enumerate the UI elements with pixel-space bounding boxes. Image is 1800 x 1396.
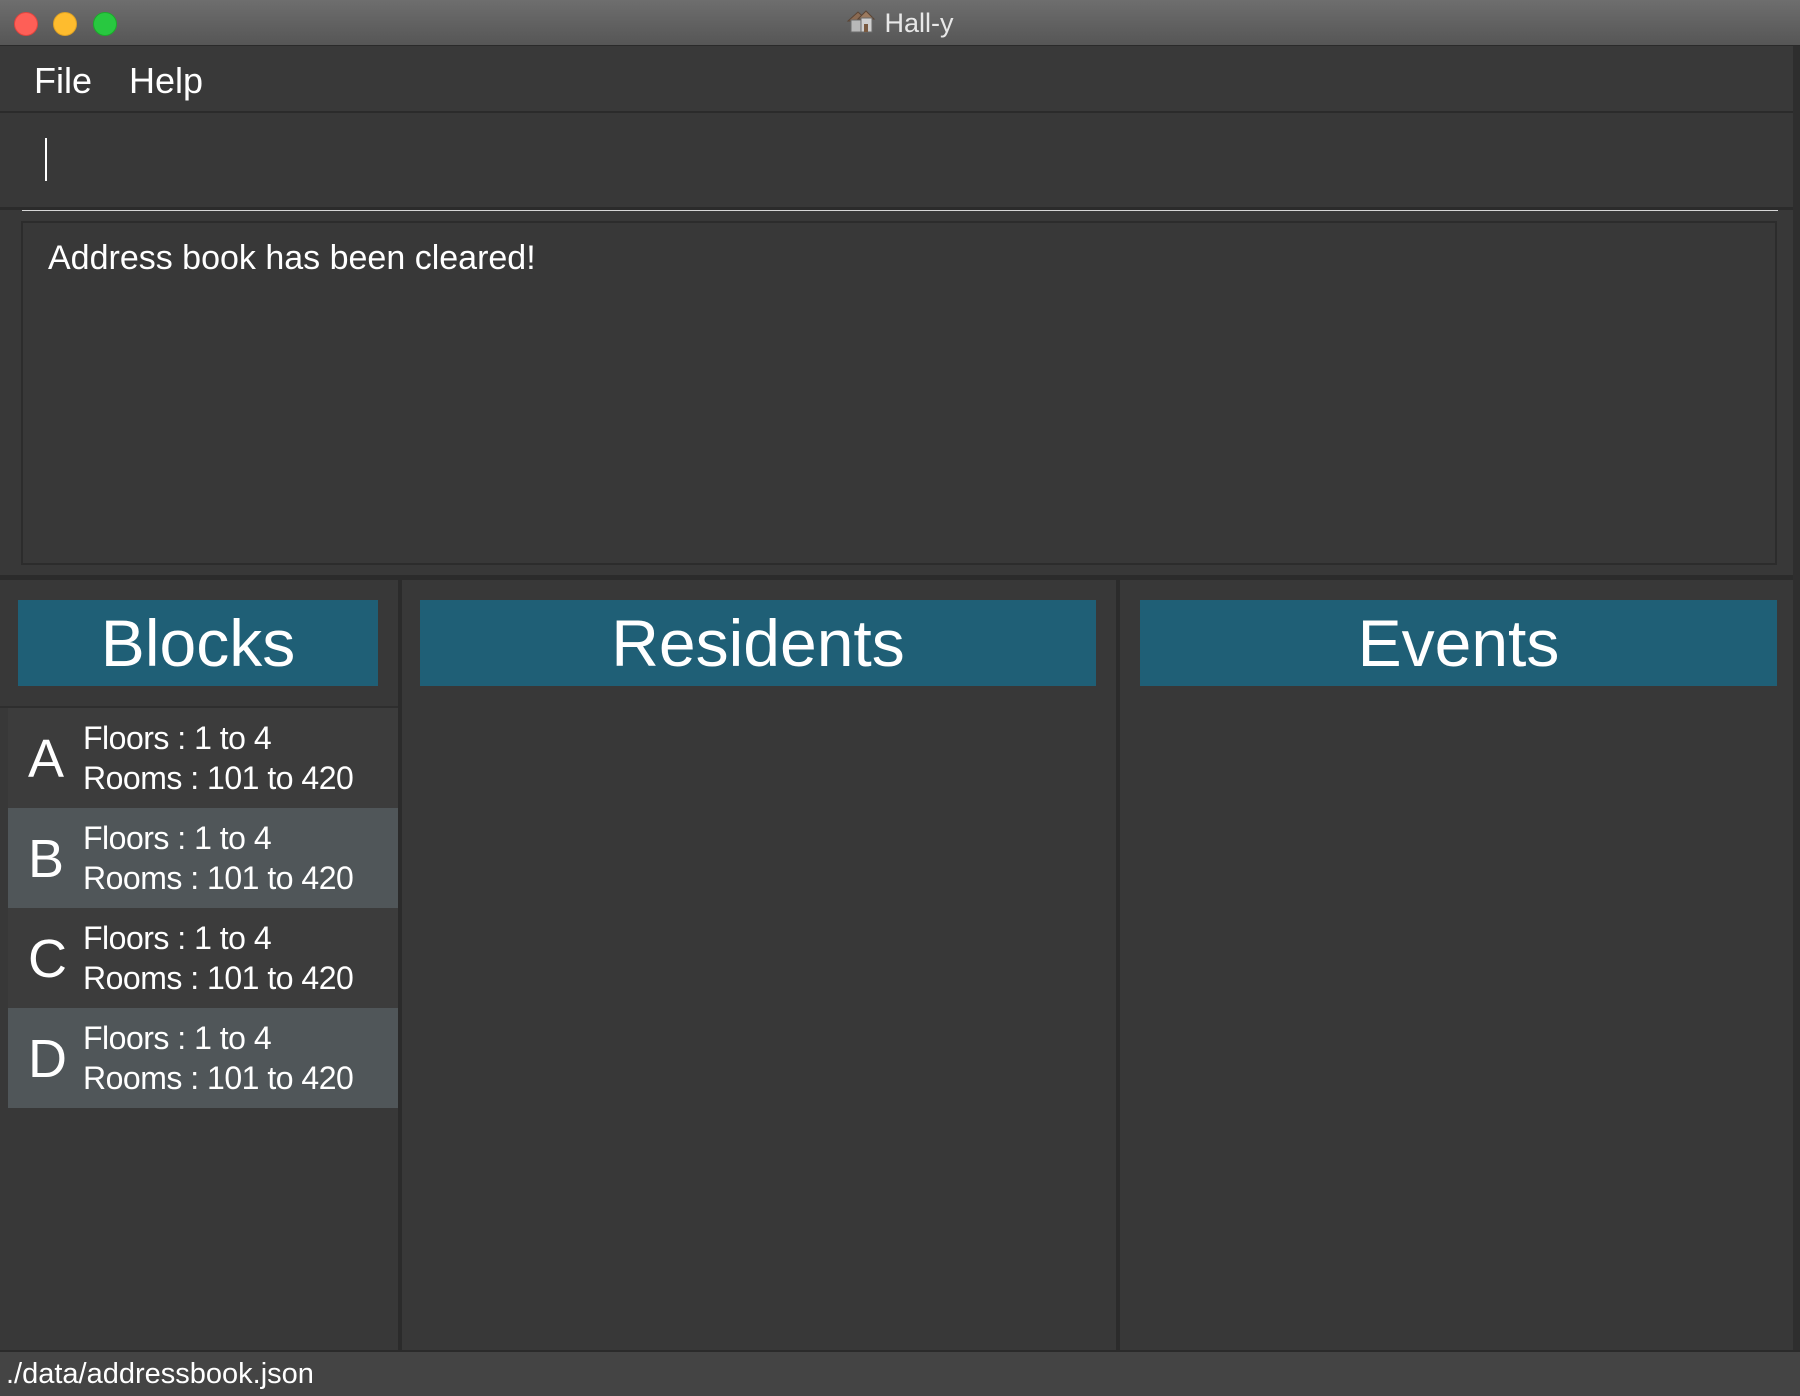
block-card-d[interactable]: D Floors : 1 to 4 Rooms : 101 to 420: [8, 1008, 398, 1108]
block-card-a[interactable]: A Floors : 1 to 4 Rooms : 101 to 420: [8, 708, 398, 808]
block-floors: Floors : 1 to 4: [83, 720, 272, 756]
divider: [0, 207, 1800, 210]
block-letter: D: [28, 1029, 67, 1089]
window-title: Hall-y: [884, 7, 954, 38]
events-panel: Events: [1120, 580, 1800, 1350]
block-letter: B: [28, 829, 65, 889]
menu-bar: File Help: [0, 46, 1800, 113]
block-floors: Floors : 1 to 4: [83, 1020, 272, 1056]
events-header: Events: [1140, 600, 1777, 686]
block-card-b[interactable]: B Floors : 1 to 4 Rooms : 101 to 420: [8, 808, 398, 908]
result-display[interactable]: Address book has been cleared!: [21, 221, 1777, 565]
app-window: Hall-y File Help Address book has been c…: [0, 0, 1800, 1396]
window-title-group: Hall-y: [0, 0, 1800, 46]
residents-panel: Residents: [402, 580, 1116, 1350]
block-rooms: Rooms : 101 to 420: [83, 860, 354, 896]
menu-help[interactable]: Help: [129, 60, 203, 102]
command-box: [0, 115, 1800, 211]
block-list[interactable]: A Floors : 1 to 4 Rooms : 101 to 420 B F…: [8, 708, 398, 1108]
menu-file[interactable]: File: [34, 60, 92, 102]
event-list[interactable]: [1120, 706, 1793, 1350]
block-floors: Floors : 1 to 4: [83, 820, 272, 856]
block-rooms: Rooms : 101 to 420: [83, 1060, 354, 1096]
window-edge: [1793, 46, 1800, 1350]
blocks-panel: Blocks A Floors : 1 to 4 Rooms : 101 to …: [0, 580, 398, 1350]
residents-header: Residents: [420, 600, 1096, 686]
save-location: ./data/addressbook.json: [6, 1358, 314, 1390]
title-bar[interactable]: Hall-y: [0, 0, 1800, 46]
block-rooms: Rooms : 101 to 420: [83, 760, 354, 796]
block-floors: Floors : 1 to 4: [83, 920, 272, 956]
resident-list[interactable]: [402, 706, 1116, 1350]
house-icon: [846, 7, 876, 40]
block-letter: C: [28, 929, 67, 989]
status-bar: ./data/addressbook.json: [0, 1350, 1800, 1396]
block-rooms: Rooms : 101 to 420: [83, 960, 354, 996]
blocks-header: Blocks: [18, 600, 378, 686]
block-card-c[interactable]: C Floors : 1 to 4 Rooms : 101 to 420: [8, 908, 398, 1008]
result-message: Address book has been cleared!: [48, 239, 536, 277]
block-letter: A: [28, 729, 65, 789]
text-caret: [45, 138, 47, 181]
command-input[interactable]: [22, 133, 1778, 211]
